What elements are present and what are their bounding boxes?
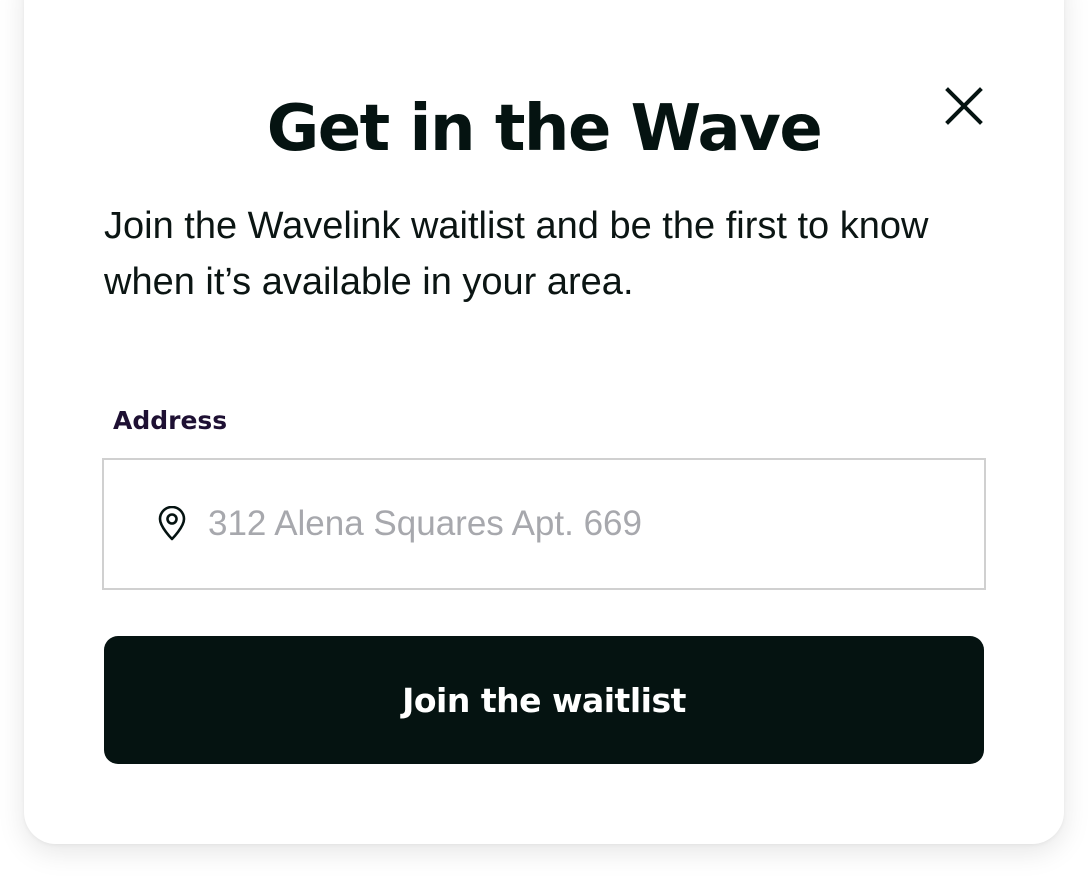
- close-icon: [942, 84, 986, 128]
- modal-title: Get in the Wave: [266, 92, 823, 166]
- address-field[interactable]: [102, 458, 986, 590]
- waitlist-modal: Get in the Wave Join the Wavelink waitli…: [24, 0, 1064, 844]
- address-input[interactable]: [208, 500, 948, 548]
- address-label: Address: [113, 406, 228, 435]
- modal-description: Join the Wavelink waitlist and be the fi…: [104, 205, 929, 303]
- join-waitlist-button[interactable]: Join the waitlist: [104, 636, 984, 764]
- location-pin-icon: [156, 506, 188, 542]
- close-button[interactable]: [942, 84, 986, 128]
